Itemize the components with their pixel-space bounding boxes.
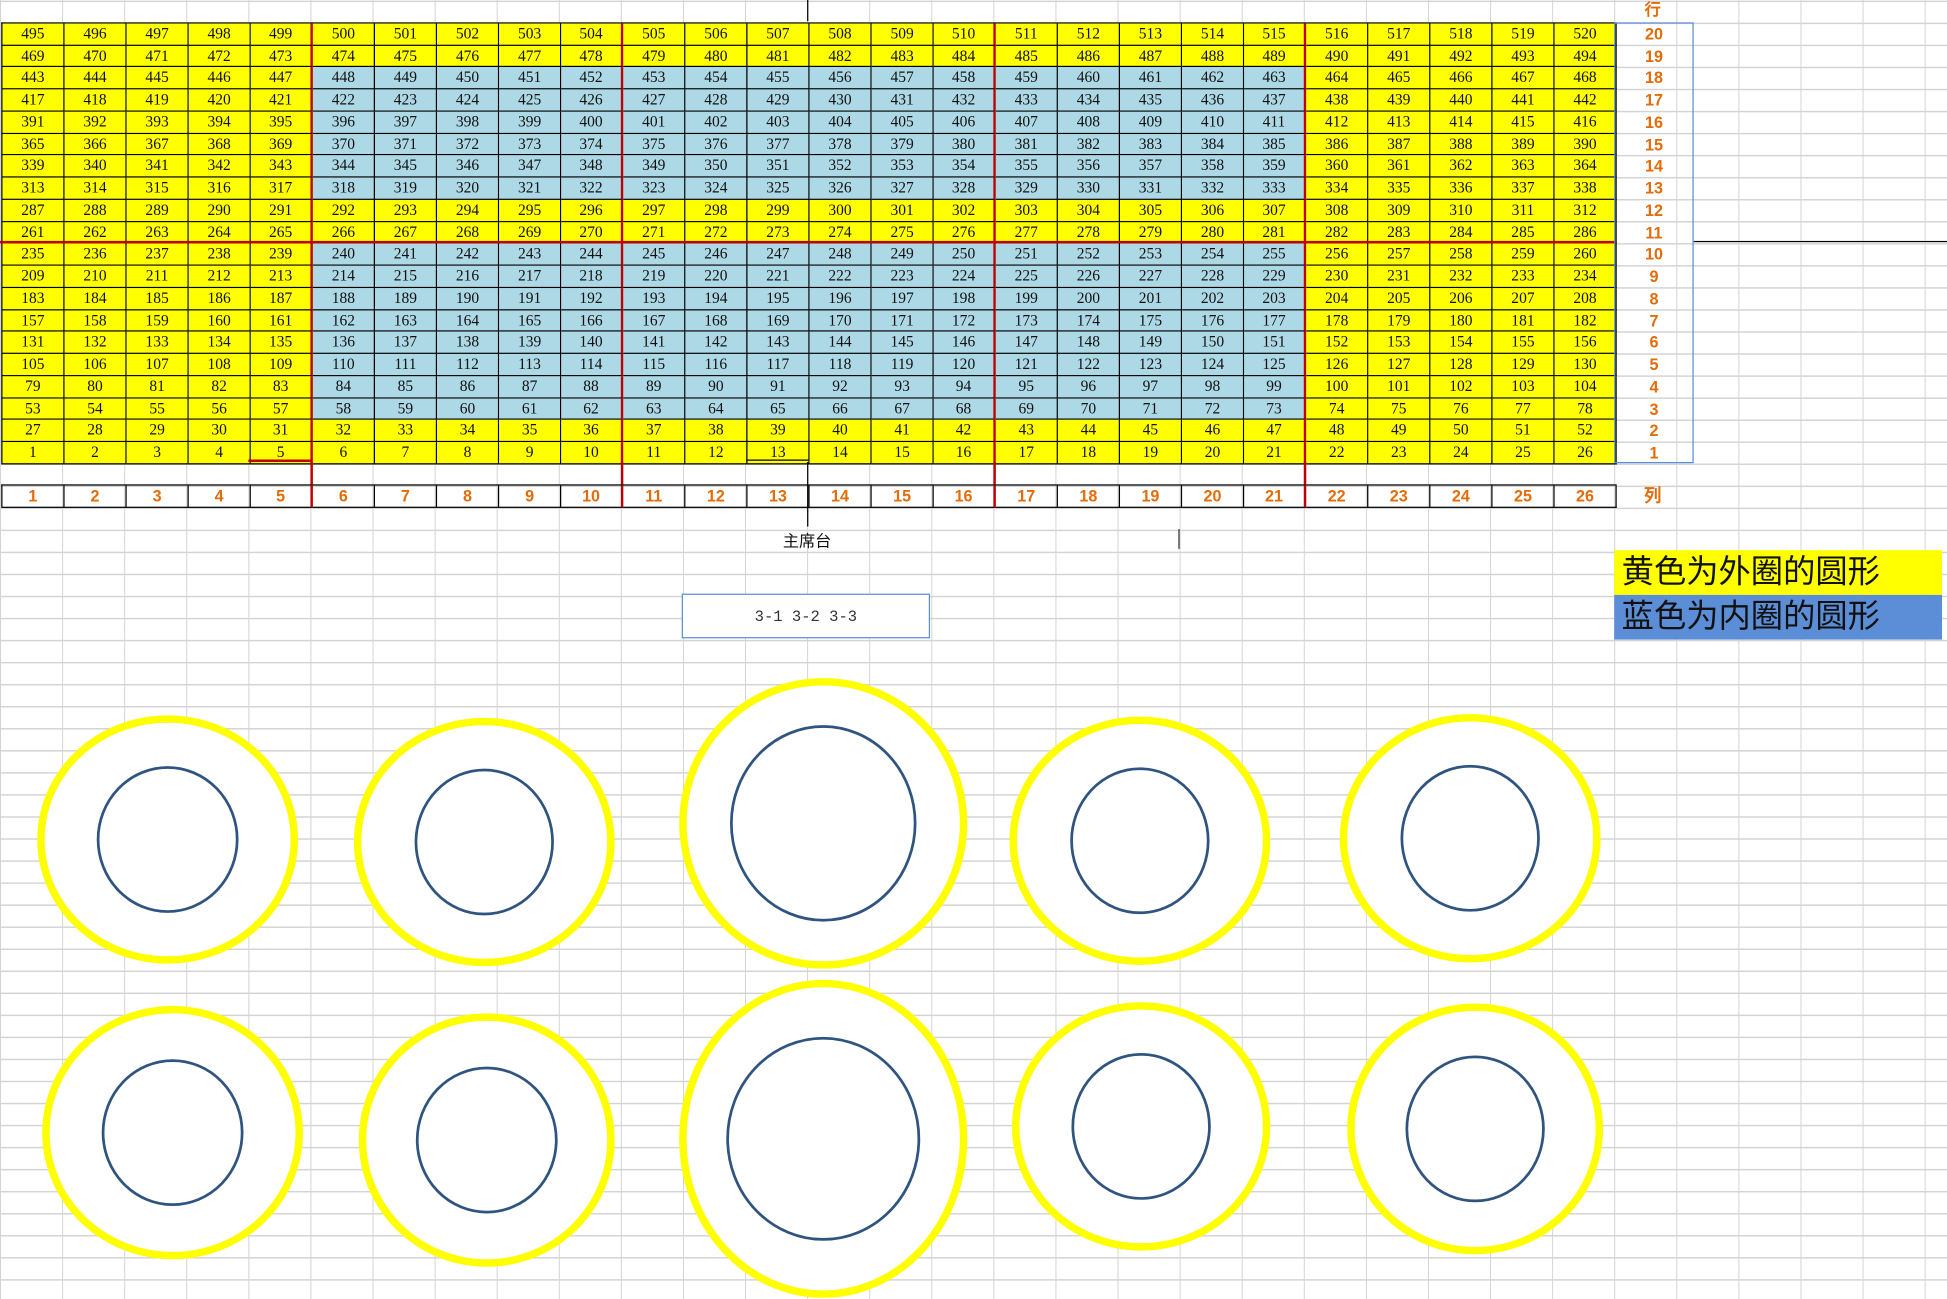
outer-ring (679, 678, 968, 969)
outer-ring (42, 1005, 303, 1260)
spreadsheet-canvas: 495 496 497 498 499 500 501 502 503 504 505 506 507 5… (0, 0, 1947, 1299)
round-table[interactable] (1347, 1003, 1604, 1255)
outer-ring (1347, 1003, 1604, 1255)
outer-ring (358, 1013, 615, 1267)
outer-ring (1339, 714, 1601, 963)
round-table[interactable] (358, 1013, 615, 1267)
outer-ring (37, 715, 299, 964)
outer-ring (1009, 716, 1271, 965)
round-table[interactable] (37, 715, 299, 964)
round-table[interactable] (1339, 714, 1601, 963)
round-table[interactable] (42, 1005, 303, 1260)
round-table[interactable] (679, 979, 968, 1298)
outer-ring (679, 979, 968, 1298)
round-tables (37, 678, 1604, 1298)
round-table[interactable] (1009, 716, 1271, 965)
outer-ring (353, 717, 615, 967)
outer-ring (1011, 1002, 1271, 1251)
round-table[interactable] (353, 717, 615, 967)
round-table[interactable] (679, 678, 968, 969)
round-table[interactable] (1011, 1002, 1271, 1251)
